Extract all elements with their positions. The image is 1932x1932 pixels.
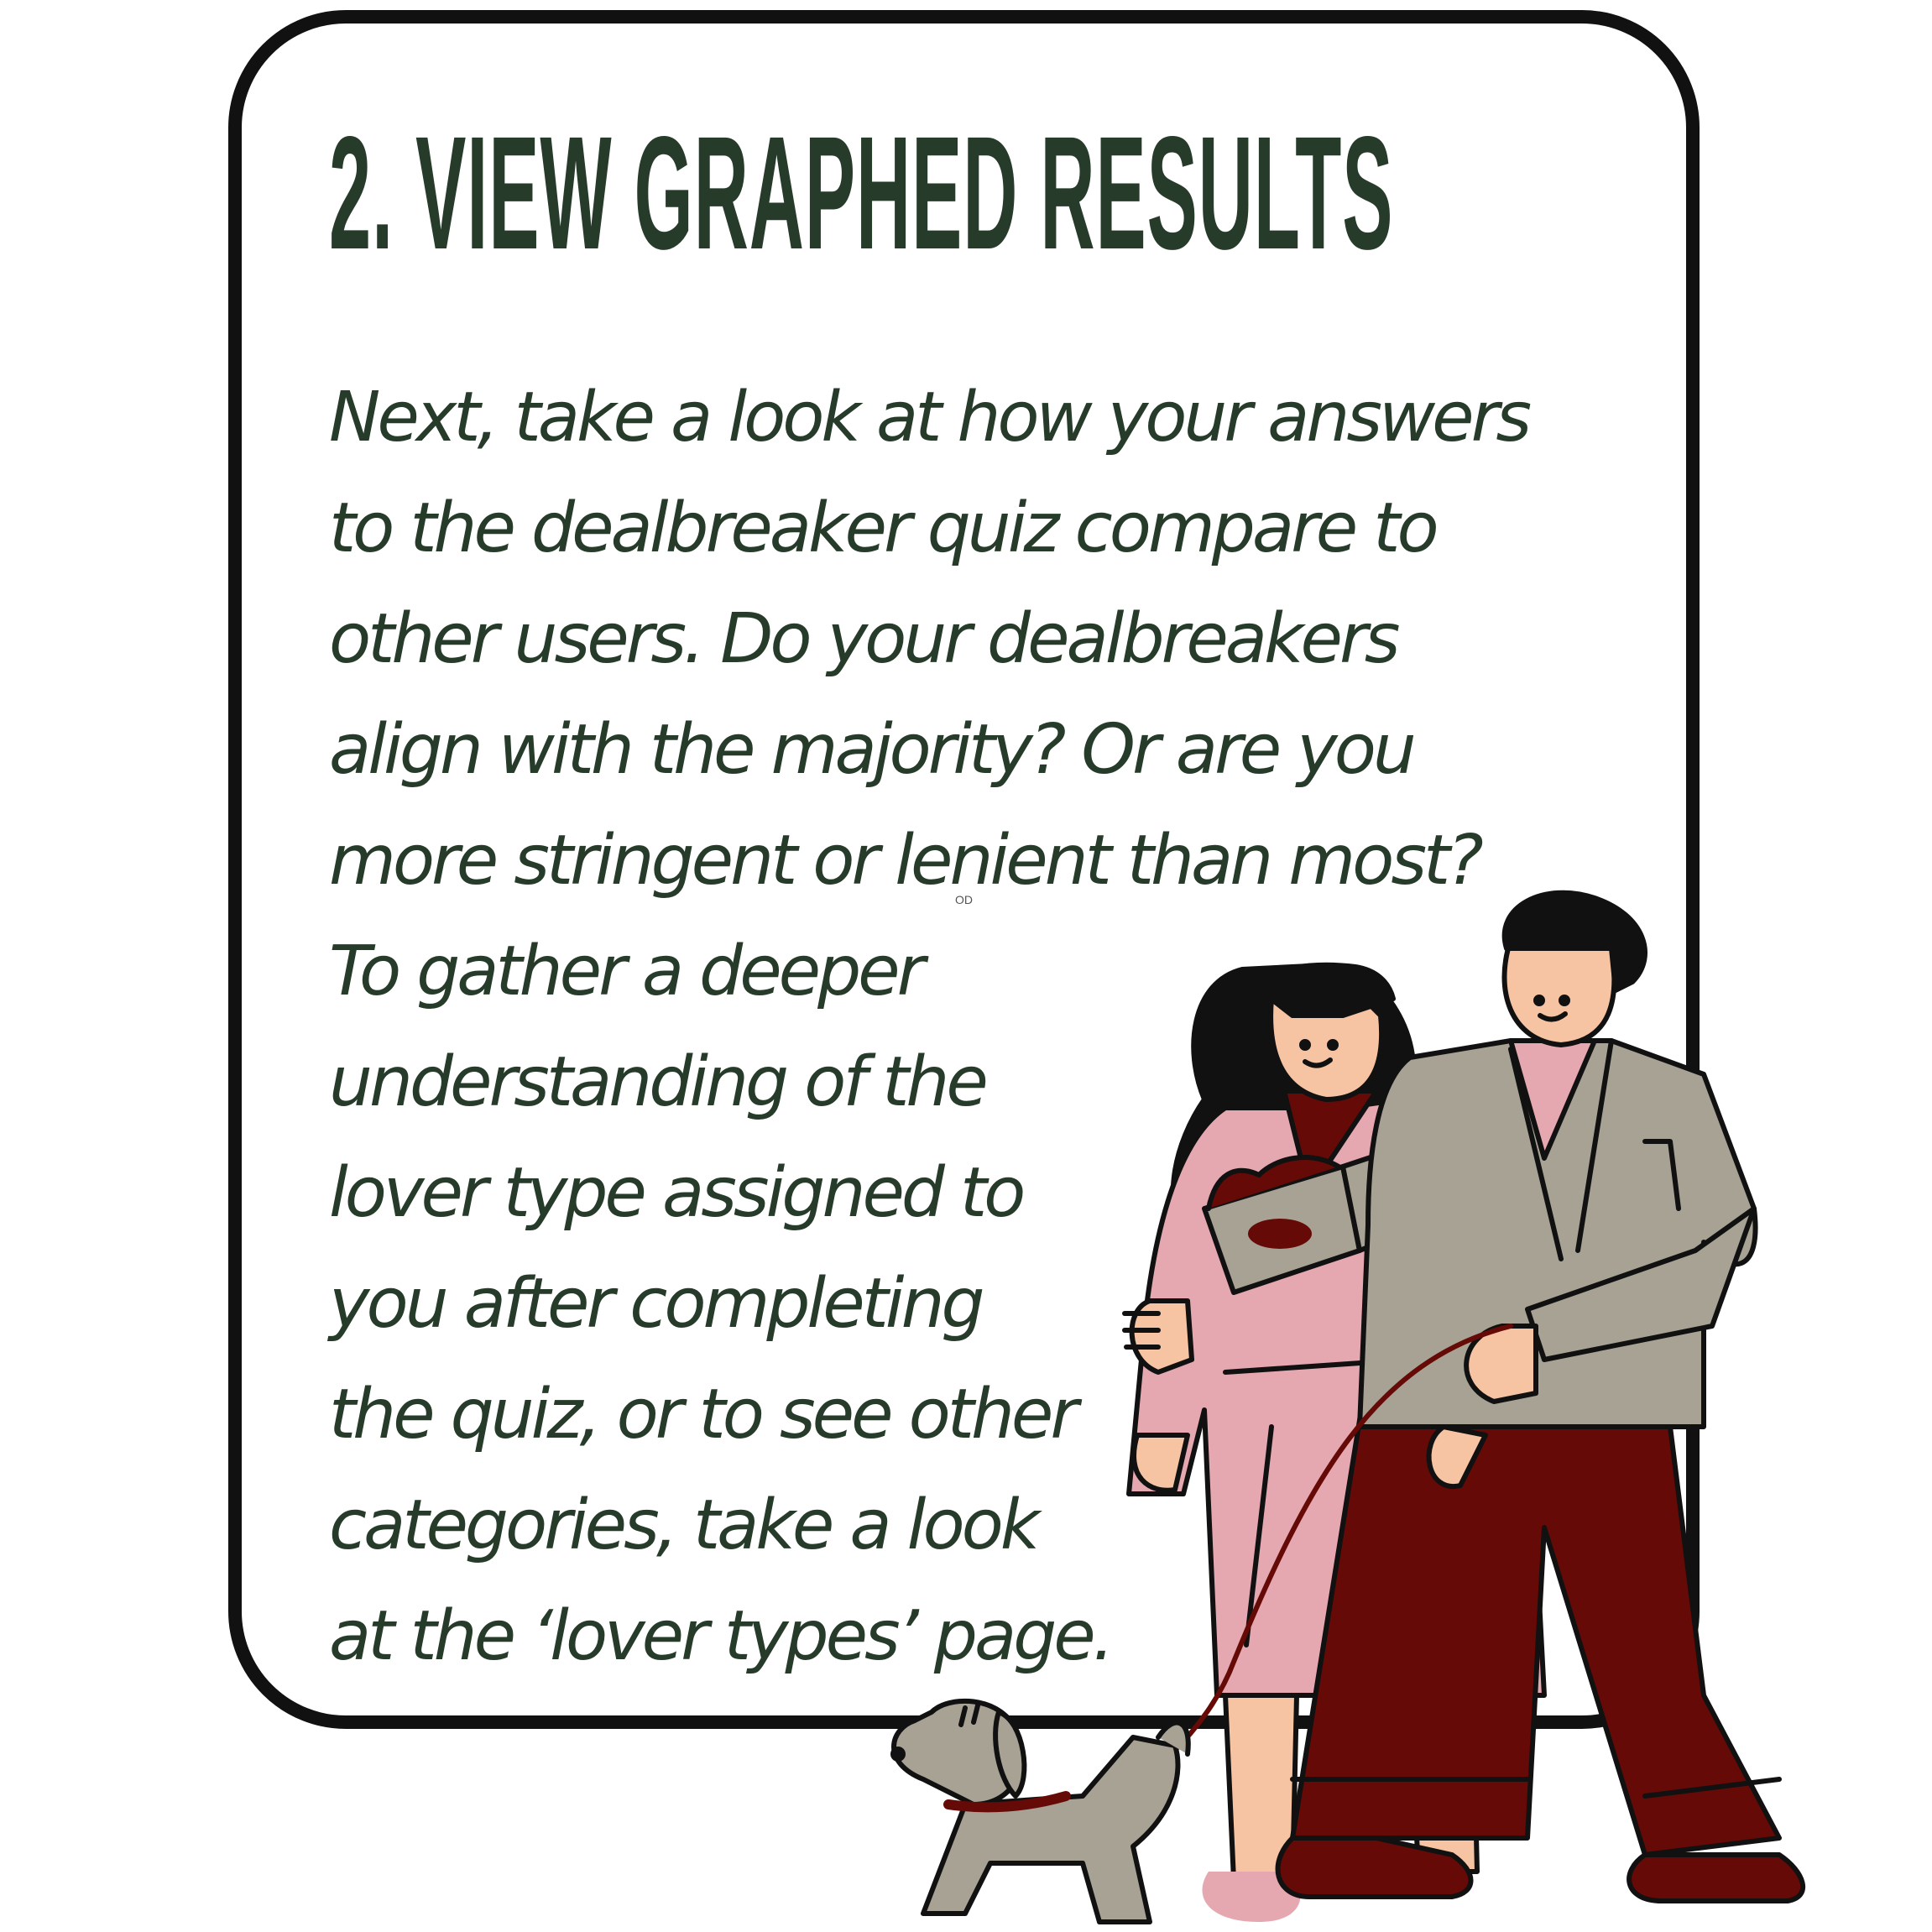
body-line: Next, take a look at how your answers — [329, 378, 1532, 457]
body-line: to the dealbreaker quiz compare to — [329, 488, 1439, 568]
man-shoe — [1627, 1852, 1806, 1903]
body-line: other users. Do your dealbreakers — [329, 599, 1400, 679]
page-title: 2. VIEW GRAPHED RESULTS — [329, 81, 1392, 305]
couple-walking-dog-illustration — [890, 890, 1806, 1924]
body-line: align with the majority? Or are you — [329, 710, 1417, 790]
dog-figure — [890, 1698, 1191, 1924]
